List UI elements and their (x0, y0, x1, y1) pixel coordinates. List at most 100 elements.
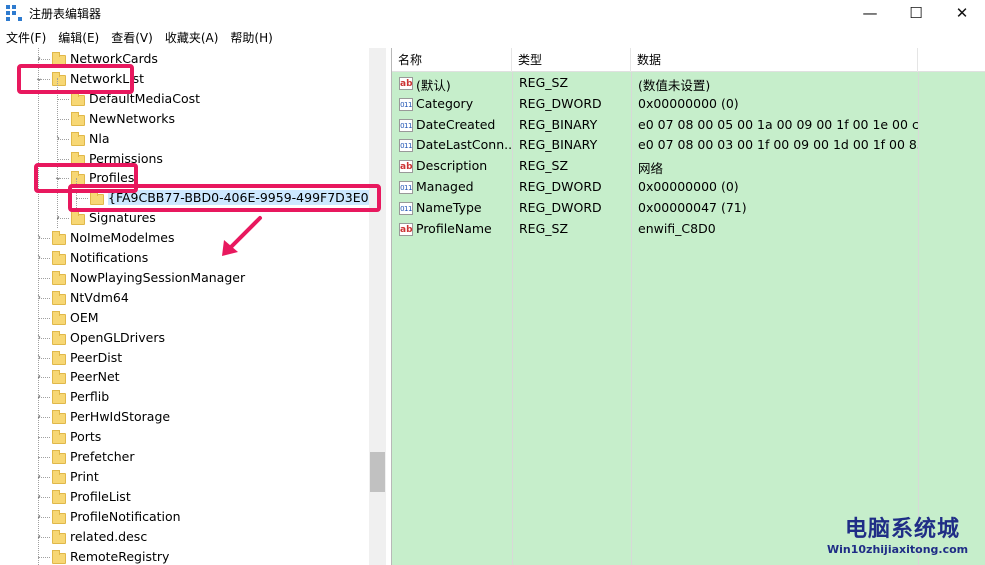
value-row[interactable]: 011 NameType REG_DWORD 0x00000047 (71) (392, 198, 985, 219)
maximize-button[interactable]: ☐ (893, 0, 939, 26)
value-type: REG_SZ (519, 220, 569, 236)
tree-item[interactable]: › Notifications (0, 248, 369, 268)
value-row[interactable]: ab ProfileName REG_SZ enwifi_C8D0 (392, 219, 985, 240)
tree-item-label[interactable]: NtVdm64 (70, 290, 129, 305)
tree-item[interactable]: › OpenGLDrivers (0, 328, 369, 348)
value-name: ProfileName (416, 220, 492, 236)
chevron-right-icon[interactable]: › (53, 213, 63, 223)
chevron-right-icon[interactable]: › (34, 332, 44, 343)
tree-item[interactable]: › ProfileList (0, 487, 369, 507)
tree-item-label[interactable]: Signatures (89, 210, 156, 225)
tree-item-label[interactable]: Print (70, 469, 99, 484)
value-data: (数值未设置) (638, 78, 711, 93)
tree-item[interactable]: NowPlayingSessionManager (0, 268, 369, 288)
tree-item-label[interactable]: Prefetcher (70, 449, 135, 464)
tree-connector (38, 437, 50, 439)
tree-item[interactable]: › PeerNet (0, 367, 369, 387)
chevron-right-icon[interactable]: › (34, 372, 44, 382)
tree-item-label[interactable]: Notifications (70, 250, 148, 265)
values-pane[interactable]: 名称 类型 数据 ab (默认) REG_SZ (数值未设置) 011 Category R… (391, 48, 985, 565)
tree-item-label[interactable]: ProfileNotification (70, 509, 181, 524)
value-name: NameType (416, 199, 482, 215)
tree-item-label[interactable]: OEM (70, 310, 99, 325)
minimize-button[interactable]: — (847, 0, 893, 26)
menu-edit[interactable]: 编辑(E) (52, 29, 105, 46)
tree-connector (38, 317, 50, 319)
folder-icon (71, 91, 85, 106)
tree-item[interactable]: › Print (0, 467, 369, 487)
tree-item[interactable]: › NtVdm64 (0, 288, 369, 308)
tree-item-label[interactable]: NewNetworks (89, 111, 175, 126)
tree-item-label[interactable]: RemoteRegistry (70, 549, 169, 564)
tree-item-label[interactable]: PeerDist (70, 350, 122, 365)
tree-item-label[interactable]: Perflib (70, 389, 109, 404)
menu-view[interactable]: 查看(V) (105, 29, 159, 46)
tree-scrollbar-thumb[interactable] (370, 452, 385, 492)
column-header-name[interactable]: 名称 (392, 48, 512, 72)
tree-item-label[interactable]: PerHwIdStorage (70, 409, 170, 424)
chevron-right-icon[interactable]: › (34, 531, 44, 542)
tree-item[interactable]: › PerHwIdStorage (0, 407, 369, 427)
chevron-right-icon[interactable]: › (53, 133, 63, 144)
values-header: 名称 类型 数据 (392, 48, 985, 72)
chevron-right-icon[interactable]: › (34, 392, 44, 402)
watermark-url: Win10zhijiaxitong.com (827, 543, 969, 556)
value-row[interactable]: ab (默认) REG_SZ (数值未设置) (392, 73, 985, 94)
menu-favorites[interactable]: 收藏夹(A) (159, 29, 225, 46)
string-value-icon: ab (399, 77, 413, 90)
folder-icon (52, 310, 66, 325)
tree-item-label[interactable]: related.desc (70, 529, 147, 544)
chevron-right-icon[interactable]: › (34, 233, 44, 243)
value-row[interactable]: ab Description REG_SZ 网络 (392, 156, 985, 177)
tree-item-label[interactable]: NowPlayingSessionManager (70, 270, 245, 285)
tree-item-label[interactable]: Ports (70, 429, 101, 444)
binary-value-icon: 011 (399, 139, 413, 153)
close-button[interactable]: ✕ (939, 0, 985, 26)
value-type: REG_BINARY (519, 116, 598, 132)
chevron-right-icon[interactable]: › (34, 471, 44, 482)
tree-item[interactable]: RemoteRegistry (0, 547, 369, 565)
value-row[interactable]: 011 Category REG_DWORD 0x00000000 (0) (392, 94, 985, 115)
folder-icon (52, 290, 66, 305)
value-row[interactable]: 011 Managed REG_DWORD 0x00000000 (0) (392, 177, 985, 198)
chevron-right-icon[interactable]: › (34, 54, 44, 64)
tree-item[interactable]: OEM (0, 308, 369, 328)
tree-item[interactable]: › PeerDist (0, 348, 369, 368)
folder-icon (52, 509, 66, 524)
tree-item-label[interactable]: PeerNet (70, 369, 120, 384)
tree-item[interactable]: Prefetcher (0, 447, 369, 467)
column-header-type[interactable]: 类型 (512, 48, 631, 72)
tree-item[interactable]: › NoImeModelmes (0, 228, 369, 248)
binary-value-icon: 011 (399, 201, 413, 215)
chevron-right-icon[interactable]: › (34, 491, 44, 502)
chevron-right-icon[interactable]: › (34, 253, 44, 263)
tree-item[interactable]: › Perflib (0, 387, 369, 407)
value-name: Managed (416, 179, 474, 194)
tree-item[interactable]: › ProfileNotification (0, 507, 369, 527)
value-data: 0x00000000 (0) (638, 95, 739, 111)
tree-item-label[interactable]: OpenGLDrivers (70, 330, 165, 345)
folder-icon (52, 231, 66, 246)
chevron-right-icon[interactable]: › (34, 412, 44, 422)
tree-item[interactable]: › related.desc (0, 527, 369, 547)
tree-scrollbar[interactable] (369, 48, 386, 565)
value-row[interactable]: 011 DateCreated REG_BINARY e0 07 08 00 05 0… (392, 115, 985, 136)
folder-icon (71, 211, 85, 226)
tree-connector (57, 98, 69, 100)
menu-help[interactable]: 帮助(H) (224, 29, 278, 46)
tree-item[interactable]: NewNetworks (0, 109, 369, 129)
chevron-right-icon[interactable]: › (34, 292, 44, 303)
tree-item[interactable]: › Nla (0, 129, 369, 149)
value-row[interactable]: 011 DateLastConn... REG_BINARY e0 07 08 00 … (392, 135, 985, 156)
column-header-data[interactable]: 数据 (631, 48, 918, 72)
value-data: 网络 (638, 161, 664, 177)
tree-item-label[interactable]: ProfileList (70, 489, 131, 504)
tree-item-label[interactable]: NoImeModelmes (70, 230, 174, 245)
tree-item-label[interactable]: Nla (89, 131, 109, 146)
tree-item[interactable]: Ports (0, 427, 369, 447)
chevron-right-icon[interactable]: › (34, 352, 44, 363)
chevron-right-icon[interactable]: › (34, 511, 44, 522)
watermark-logo: 电脑系统城 (845, 517, 961, 542)
menu-file[interactable]: 文件(F) (0, 29, 52, 46)
registry-key-tree[interactable]: › NetworkCards ⌄ NetworkList DefaultMediaCos… (0, 48, 369, 565)
